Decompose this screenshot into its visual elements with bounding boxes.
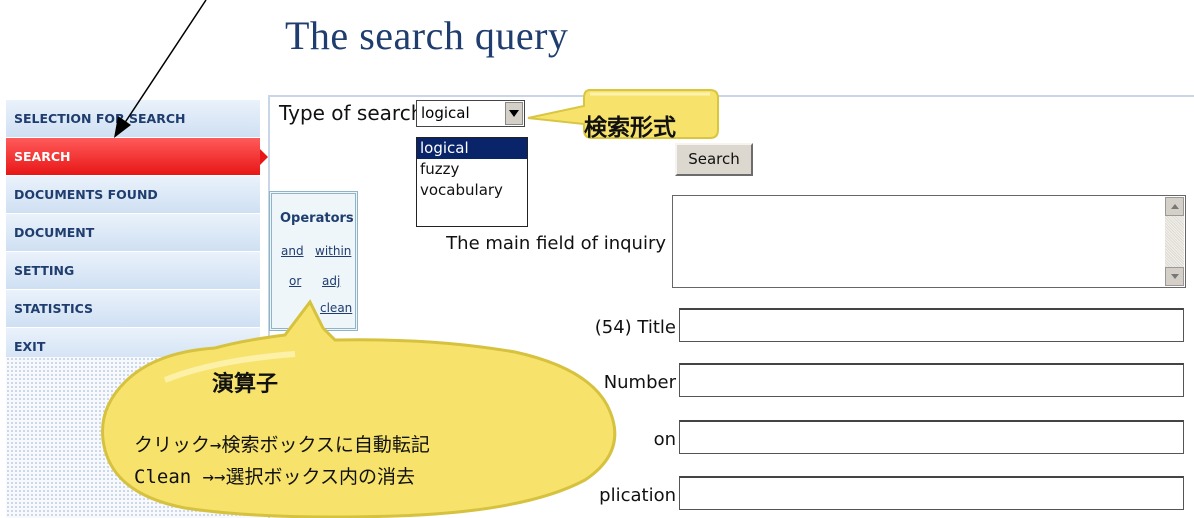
scroll-up-icon[interactable] bbox=[1165, 197, 1184, 216]
operators-callout-title: 演算子 bbox=[212, 372, 279, 397]
search-type-dropdown-list: logical fuzzy vocabulary bbox=[416, 137, 528, 227]
operator-adj-link[interactable]: adj bbox=[322, 274, 340, 288]
operator-or-link[interactable]: or bbox=[289, 274, 301, 288]
sidebar-item-selection-for-search-database[interactable]: SELECTION FOR SEARCH DATABASE bbox=[6, 100, 260, 164]
title-field-input[interactable] bbox=[679, 308, 1184, 342]
sidebar-item-document[interactable]: DOCUMENT bbox=[6, 214, 260, 252]
operator-within-link[interactable]: within bbox=[315, 244, 351, 258]
type-of-search-label: Type of search bbox=[279, 101, 424, 125]
dropdown-option-vocabulary[interactable]: vocabulary bbox=[417, 180, 527, 201]
search-type-selected-value: logical bbox=[421, 104, 470, 122]
textarea-scrollbar[interactable] bbox=[1165, 197, 1184, 286]
dropdown-option-logical[interactable]: logical bbox=[417, 138, 527, 159]
search-type-callout-text: 検索形式 bbox=[584, 115, 676, 141]
dropdown-option-fuzzy[interactable]: fuzzy bbox=[417, 159, 527, 180]
application-field-input[interactable] bbox=[679, 476, 1184, 510]
sidebar-item-setting[interactable]: SETTING bbox=[6, 252, 260, 290]
search-type-select[interactable]: logical bbox=[416, 100, 525, 127]
operator-and-link[interactable]: and bbox=[281, 244, 304, 258]
operators-title: Operators bbox=[280, 211, 354, 226]
page-title: The search query bbox=[285, 13, 569, 58]
scroll-down-icon[interactable] bbox=[1165, 267, 1184, 286]
operators-callout-line-1: クリック→検索ボックスに自動転記 bbox=[134, 434, 430, 456]
sidebar-item-search[interactable]: SEARCH bbox=[6, 138, 268, 176]
partially-hidden-field-input[interactable] bbox=[679, 420, 1184, 454]
number-field-input[interactable] bbox=[679, 363, 1184, 397]
main-field-textarea[interactable] bbox=[672, 195, 1186, 288]
main-field-label: The main field of inquiry bbox=[446, 233, 666, 254]
operators-callout-line-2: Clean →→選択ボックス内の消去 bbox=[134, 466, 415, 488]
sidebar-item-documents-found[interactable]: DOCUMENTS FOUND bbox=[6, 176, 260, 214]
partially-hidden-field-label: on bbox=[653, 429, 676, 450]
